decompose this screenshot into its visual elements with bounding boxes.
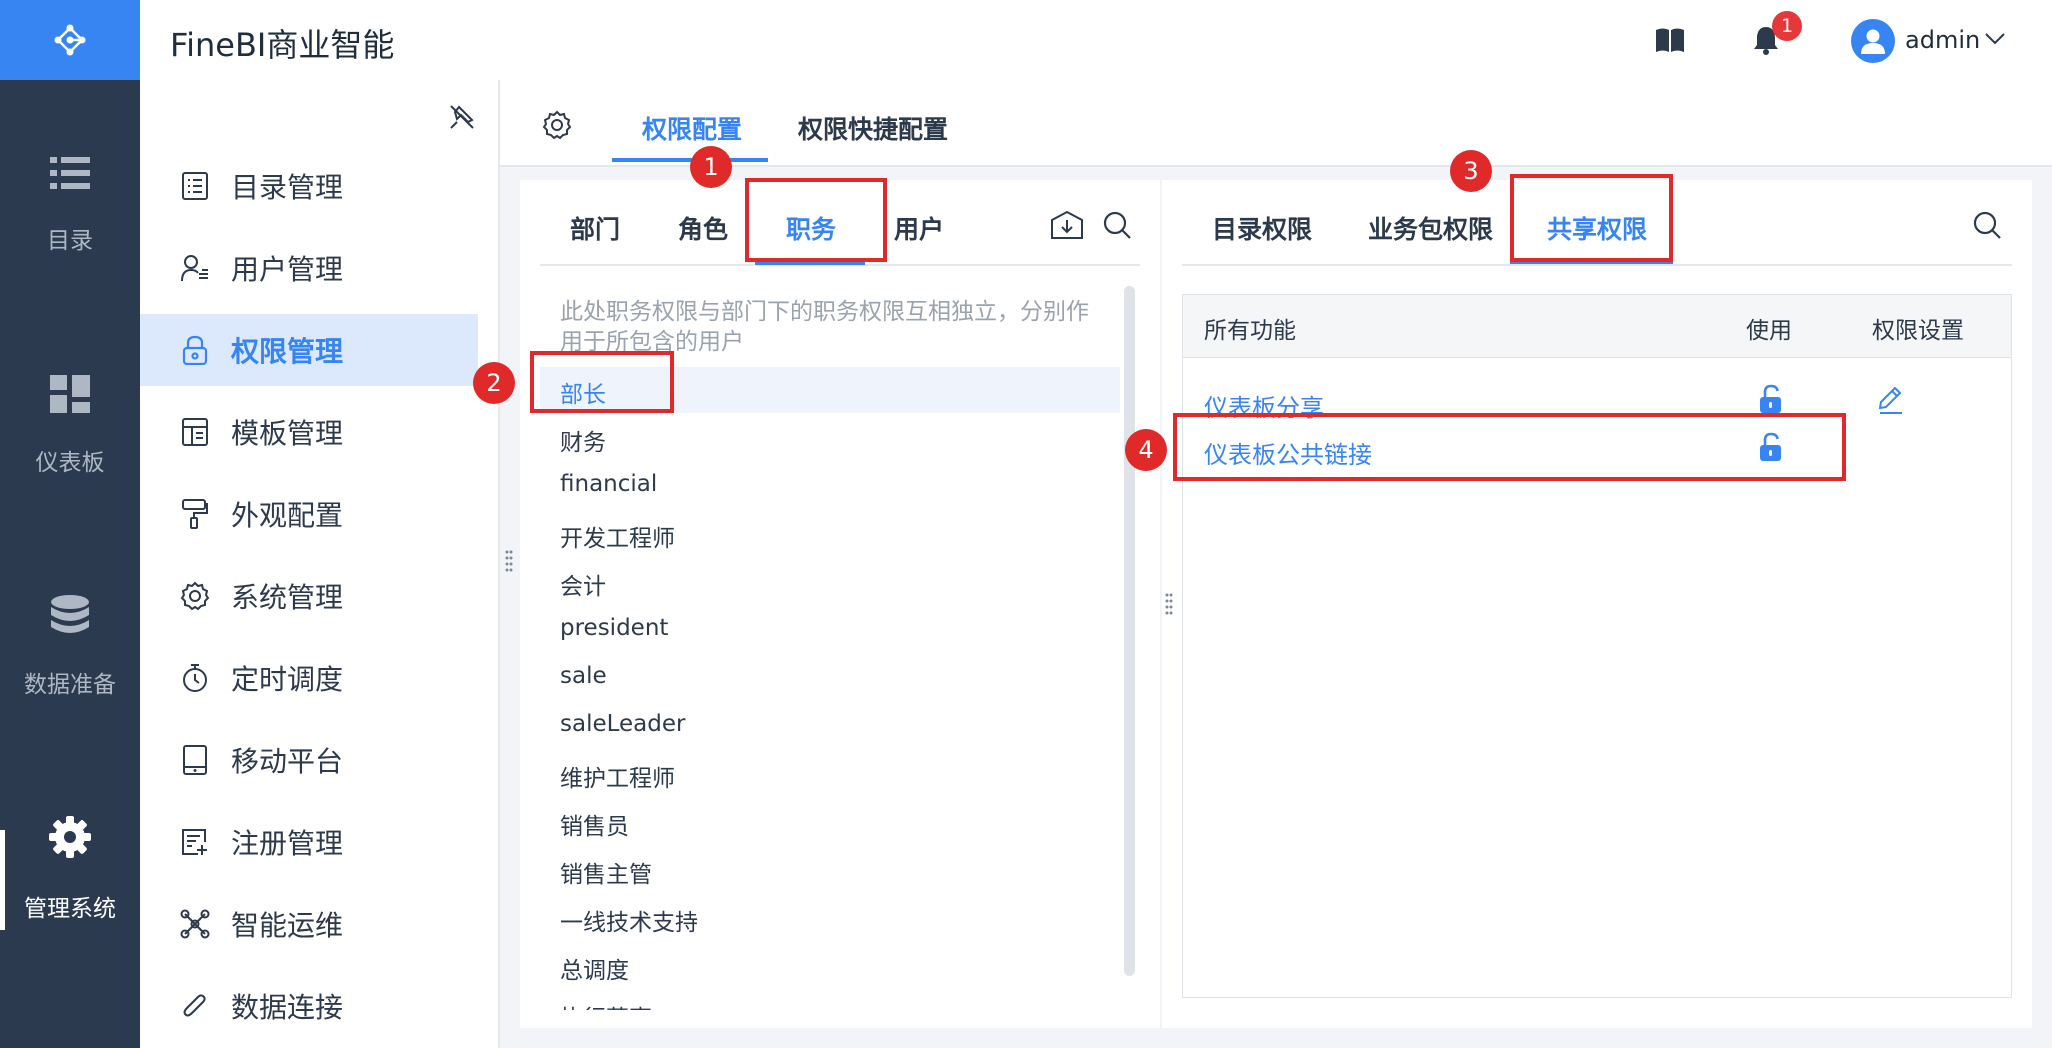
annotation-marker: 4 [1125, 429, 1167, 471]
column-header-use: 使用 [1746, 318, 1792, 344]
tablet-icon [180, 745, 210, 775]
menu-item-template[interactable]: 模板管理 [140, 396, 478, 468]
list-item[interactable]: saleLeader [560, 711, 685, 737]
list-item[interactable]: 维护工程师 [560, 759, 675, 793]
import-icon[interactable] [1050, 210, 1084, 240]
list-item[interactable]: 执行董事 [560, 999, 652, 1010]
menu-item-register[interactable]: 注册管理 [140, 806, 478, 878]
tab-package-permission[interactable]: 业务包权限 [1368, 210, 1493, 246]
annotation-box-public-link-row [1173, 413, 1846, 481]
menu-item-label: 模板管理 [231, 417, 344, 450]
menu-item-label: 定时调度 [231, 663, 344, 696]
user-icon [1861, 29, 1885, 54]
drag-handle-icon[interactable] [1165, 593, 1173, 619]
annotation-box-duty-tab [745, 178, 887, 262]
menu-item-ops[interactable]: 智能运维 [140, 888, 478, 960]
nav-item-admin[interactable]: 管理系统 [0, 815, 140, 923]
directory-icon [180, 172, 210, 200]
list-item[interactable]: 总调度 [560, 951, 629, 985]
list-item[interactable]: 财务 [560, 423, 606, 457]
menu-item-label: 智能运维 [231, 909, 344, 942]
logo-icon [54, 24, 86, 56]
tab-permission-config[interactable]: 权限配置 [642, 110, 742, 146]
annotation-marker: 1 [690, 146, 732, 188]
list-overflow-clip: 执行董事 [540, 996, 1120, 1010]
list-item[interactable]: 销售员 [560, 807, 629, 841]
nav-label: 管理系统 [24, 896, 116, 922]
menu-item-label: 外观配置 [231, 499, 344, 532]
template-icon [180, 418, 210, 446]
list-item[interactable]: 开发工程师 [560, 519, 675, 553]
menu-item-directory[interactable]: 目录管理 [140, 150, 478, 222]
unpin-icon[interactable] [448, 103, 476, 131]
network-icon [180, 909, 210, 939]
menu-item-label: 系统管理 [231, 581, 344, 614]
menu-item-data-connection[interactable]: 数据连接 [140, 970, 478, 1042]
tab-role[interactable]: 角色 [678, 210, 728, 246]
tab-user[interactable]: 用户 [894, 210, 944, 246]
column-header-function: 所有功能 [1204, 318, 1296, 344]
user-manage-icon [180, 254, 210, 282]
menu-item-mobile[interactable]: 移动平台 [140, 724, 478, 796]
scrollbar[interactable] [1124, 286, 1135, 976]
search-icon[interactable] [1102, 210, 1132, 240]
nav-item-directory[interactable]: 目录 [0, 155, 140, 255]
lock-icon [180, 335, 210, 365]
tab-department[interactable]: 部门 [570, 210, 620, 246]
nav-item-dashboard[interactable]: 仪表板 [0, 375, 140, 477]
menu-item-schedule[interactable]: 定时调度 [140, 642, 478, 714]
dashboard-icon [50, 375, 90, 413]
database-icon [50, 595, 90, 635]
hint-text: 此处职务权限与部门下的职务权限互相独立，分别作用于所包含的用户 [560, 299, 1089, 355]
menu-item-label: 目录管理 [231, 171, 344, 204]
edit-icon[interactable] [1878, 385, 1904, 415]
column-header-settings: 权限设置 [1872, 318, 1964, 344]
drag-handle-icon[interactable] [505, 550, 513, 576]
annotation-marker: 2 [473, 362, 515, 404]
list-item[interactable]: president [560, 615, 668, 641]
annotation-box-share-tab [1510, 174, 1673, 262]
menu-item-label: 数据连接 [231, 991, 344, 1024]
tab-directory-permission[interactable]: 目录权限 [1212, 210, 1312, 246]
nav-label: 仪表板 [35, 450, 105, 476]
list-item[interactable]: sale [560, 663, 607, 689]
notification-badge: 1 [1772, 11, 1802, 41]
user-name[interactable]: admin [1905, 26, 1980, 54]
menu-item-label: 权限管理 [231, 335, 344, 368]
register-icon [180, 828, 210, 856]
timer-icon [180, 663, 210, 693]
menu-item-label: 移动平台 [231, 745, 344, 778]
gear-icon [180, 581, 210, 611]
menu-item-system[interactable]: 系统管理 [140, 560, 478, 632]
menu-item-permission[interactable]: 权限管理 [140, 314, 478, 386]
menu-item-user[interactable]: 用户管理 [140, 232, 478, 304]
nav-label: 目录 [47, 228, 93, 254]
menu-item-label: 注册管理 [231, 827, 344, 860]
app-title: FineBI商业智能 [170, 26, 395, 64]
list-item[interactable]: 会计 [560, 567, 606, 601]
logo[interactable] [0, 0, 140, 80]
menu-item-label: 用户管理 [231, 253, 344, 286]
list-item[interactable]: financial [560, 471, 657, 497]
settings-gear-icon[interactable] [542, 110, 572, 140]
list-item[interactable]: 一线技术支持 [560, 903, 698, 937]
annotation-marker: 3 [1450, 150, 1492, 192]
avatar[interactable] [1851, 19, 1895, 63]
annotation-box-selected-item [530, 351, 674, 413]
tab-quick-config[interactable]: 权限快捷配置 [798, 110, 948, 146]
search-icon[interactable] [1972, 210, 2002, 240]
chevron-down-icon[interactable] [1984, 32, 2006, 46]
list-icon [50, 155, 90, 191]
help-book-icon[interactable] [1655, 27, 1685, 53]
list-item[interactable]: 销售主管 [560, 855, 652, 889]
divider [1182, 264, 2012, 266]
unlock-icon[interactable] [1758, 384, 1784, 414]
paint-roller-icon [180, 499, 210, 529]
paperclip-icon [180, 991, 210, 1021]
nav-item-data-prep[interactable]: 数据准备 [0, 595, 140, 699]
gear-icon [48, 815, 92, 859]
nav-label: 数据准备 [24, 672, 116, 698]
menu-item-appearance[interactable]: 外观配置 [140, 478, 478, 550]
